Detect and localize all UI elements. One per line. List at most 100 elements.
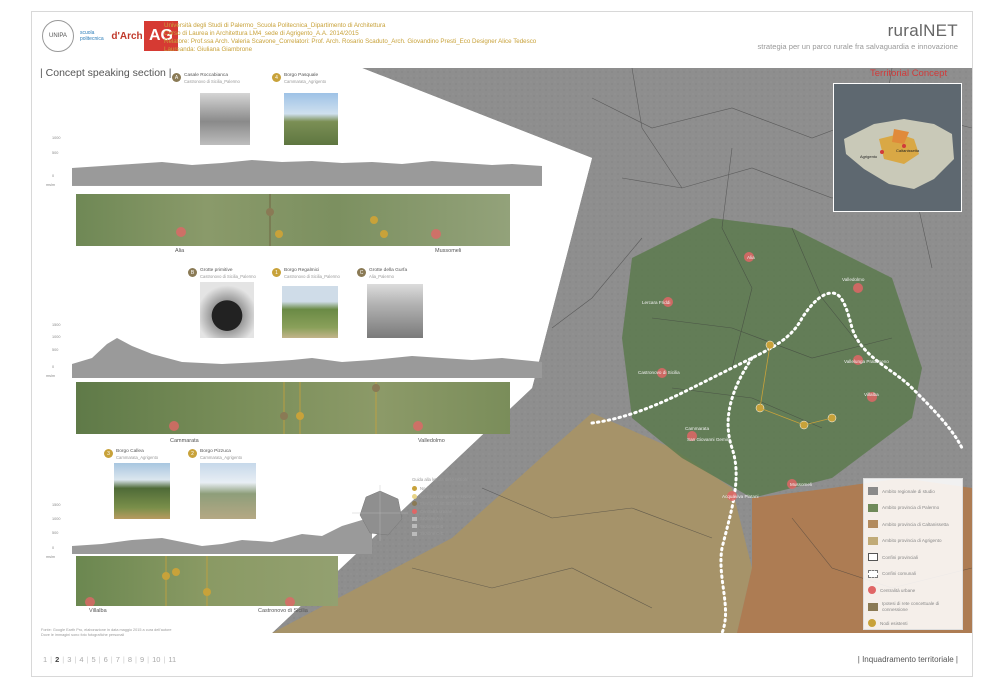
photo-badge: 2	[188, 449, 197, 458]
territorial-label: Territorial Concept	[870, 68, 948, 79]
legend-swatch	[868, 520, 878, 529]
politecnica-logo: scuola politecnica	[80, 30, 104, 42]
photo-name: Grotte della Gurfa	[369, 268, 408, 273]
page-link[interactable]: 6	[104, 655, 108, 664]
axis-label: 1000	[52, 136, 61, 140]
section-town: Castronovo di Sicilia	[258, 608, 308, 614]
photo-badge: B	[188, 268, 197, 277]
source-line: Fonte: Google Earth Pro, elaborazione in…	[41, 628, 172, 632]
page-title: ruralNET	[887, 21, 958, 40]
photo-subtitle: Cammarata_Agrigento	[200, 454, 243, 460]
reading-guide-item: Centralità urbane	[412, 508, 475, 516]
page-link[interactable]: 8	[128, 655, 132, 664]
credit-line: Relatore: Prof.ssa Arch. Valeria Scavone…	[164, 38, 537, 46]
photo-badge: C	[357, 268, 366, 277]
page-link[interactable]: 9	[140, 655, 144, 664]
legend-item: Ambito regionale di studio	[868, 483, 958, 500]
photo-name: Borgo Callea	[116, 449, 144, 454]
section-town: Valledolmo	[418, 438, 445, 444]
elevation-profile-b	[72, 338, 542, 378]
legend-square	[412, 531, 417, 536]
map-town-label: Vallelunga Pratameno	[844, 359, 889, 364]
legend-dot	[412, 493, 417, 499]
photo-image	[284, 93, 338, 145]
section-label: | Concept speaking section |	[40, 67, 172, 79]
map-town-label: Valledolmo	[842, 277, 865, 282]
photo-badge: 1	[272, 268, 281, 277]
footer-title: | Inquadramento territoriale |	[857, 655, 958, 664]
map-legend: Ambito regionale di studio Ambito provin…	[863, 478, 963, 630]
legend-swatch	[868, 602, 878, 611]
axis-label: mslm	[46, 374, 56, 378]
photo-name: Borgo Pasquale	[284, 73, 319, 78]
legend-swatch	[868, 553, 878, 562]
reading-guide-item: Esempi di attrattori territoriali	[412, 500, 475, 508]
axis-label: 0	[52, 174, 55, 178]
page-link[interactable]: 10	[152, 655, 160, 664]
legend-square	[412, 524, 417, 529]
photo-image	[200, 463, 256, 519]
axis-label: 500	[52, 151, 59, 155]
map-town-label: Lercara Friddi	[642, 300, 671, 305]
unipa-logo: UNIPA	[42, 20, 74, 52]
page-link[interactable]: 1	[43, 655, 47, 664]
page-link-current[interactable]: 2	[55, 655, 59, 664]
legend-swatch	[868, 586, 876, 595]
reading-guide-title: Guida alla lettura delle sezioni	[412, 477, 468, 482]
page-link[interactable]: 11	[168, 655, 176, 664]
legend-item: Confini comunali	[868, 566, 958, 583]
photo-badge: 4	[272, 73, 281, 82]
header: UNIPA scuola politecnica d'Arch AG Unive…	[32, 12, 972, 68]
reading-guide-item: Sezione B-B	[412, 523, 475, 531]
axis-label: mslm	[46, 555, 56, 559]
section-town: Mussomeli	[435, 248, 462, 254]
legend-item: Ambito provincia di Agrigento	[868, 533, 958, 550]
photo-image	[282, 286, 338, 338]
map-town-label: San Giovanni Gemini	[687, 437, 731, 442]
axis-label: 1000	[52, 517, 61, 521]
legend-dot	[412, 508, 417, 514]
legend-swatch	[868, 536, 878, 545]
photo-name: Borgo Pizzuca	[200, 449, 231, 454]
photo-subtitle: Castronovo di Sicilia_Palermo	[200, 273, 256, 279]
legend-item: Ambito provincia di Caltanissetta	[868, 516, 958, 533]
legend-swatch	[868, 619, 876, 628]
map-town-label: Alia	[747, 255, 755, 260]
legend-dot	[412, 486, 417, 492]
legend-square	[412, 516, 417, 521]
photo-image	[200, 282, 254, 338]
photo-subtitle: Cammarata_Agrigento	[116, 454, 159, 460]
photo-subtitle: Alia_Palermo	[369, 273, 394, 279]
board: UNIPA scuola politecnica d'Arch AG Unive…	[31, 11, 973, 677]
photo-name: Casale Roccabianca	[184, 73, 228, 78]
satellite-strip-c	[76, 556, 338, 607]
section-town: Cammarata	[170, 438, 199, 444]
map-town-label: Cammarata	[685, 426, 709, 431]
darch-logo: d'Arch	[111, 30, 143, 42]
legend-item: Nodi esistenti	[868, 615, 958, 632]
map-town-label: Castronovo di Sicilia	[638, 370, 680, 375]
page-link[interactable]: 7	[116, 655, 120, 664]
legend-swatch	[868, 569, 878, 578]
photo-image	[200, 93, 250, 145]
header-credits: Università degli Studi di Palermo_Scuola…	[164, 22, 536, 54]
photo-subtitle: Castronovo di Sicilia_Palermo	[184, 78, 240, 84]
axis-label: 1500	[52, 323, 61, 327]
elevation-profile-a	[72, 160, 542, 186]
photo-badge: 3	[104, 449, 113, 458]
axis-label: 0	[52, 365, 55, 369]
axis-label: 500	[52, 531, 59, 535]
reading-guide-item: Sezione C-C	[412, 530, 475, 538]
legend-item: Centralità urbane	[868, 582, 958, 599]
page-link[interactable]: 3	[67, 655, 71, 664]
photo-subtitle: Castronovo di Sicilia_Palermo	[284, 273, 340, 279]
reading-guide-item: Nodi non compresi in sezione	[412, 493, 475, 501]
legend-swatch	[868, 487, 878, 496]
page-link[interactable]: 4	[79, 655, 83, 664]
photo-badge: A	[172, 73, 181, 82]
satellite-strip-a	[76, 194, 510, 246]
inset-map: Agrigento Caltanissetta	[833, 83, 962, 212]
section-town: Alia	[175, 248, 185, 254]
legend-item: Ipotesi di rete concettuale di connessio…	[868, 599, 958, 616]
page-link[interactable]: 5	[92, 655, 96, 664]
